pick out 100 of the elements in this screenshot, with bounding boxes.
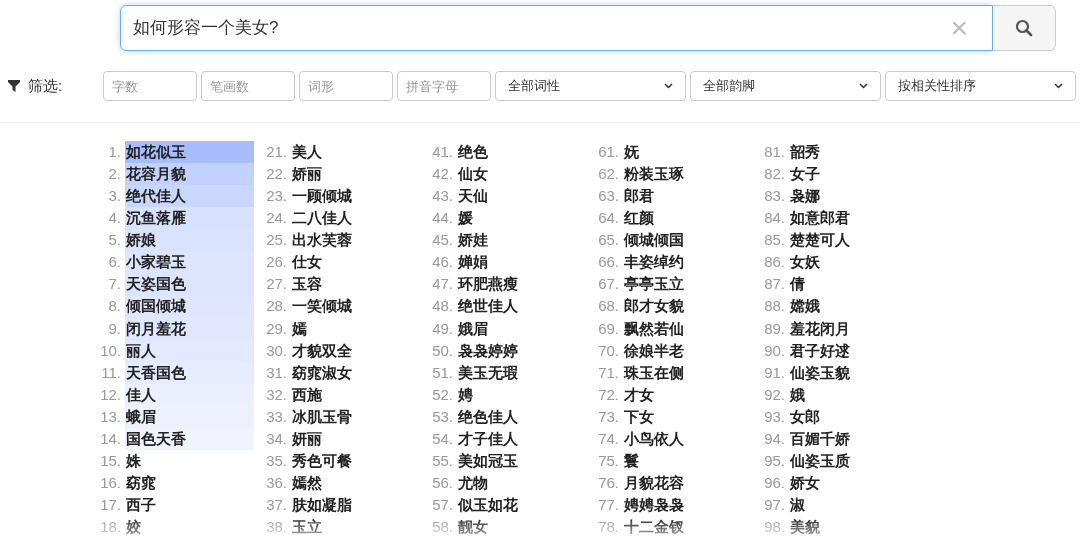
result-word[interactable]: 绝色 <box>457 141 586 164</box>
result-word[interactable]: 淑 <box>789 494 918 517</box>
result-word[interactable]: 女妖 <box>789 251 918 274</box>
filter-field[interactable]: 拼音字母 <box>397 71 491 101</box>
result-word[interactable]: 妩 <box>623 141 752 164</box>
result-word[interactable]: 楚楚可人 <box>789 229 918 252</box>
result-word[interactable]: 窈窕 <box>125 472 254 495</box>
result-word[interactable]: 飘然若仙 <box>623 317 752 340</box>
result-word[interactable]: 美玉无瑕 <box>457 361 586 385</box>
result-word[interactable]: 美人 <box>291 141 420 164</box>
result-word[interactable]: 娇娘 <box>125 229 254 252</box>
result-word[interactable]: 蛾眉 <box>125 406 254 429</box>
result-word[interactable]: 靓女 <box>457 516 586 539</box>
result-word[interactable]: 倩 <box>789 273 918 296</box>
result-word[interactable]: 花容月貌 <box>125 163 254 186</box>
result-word[interactable]: 姝 <box>125 450 254 473</box>
result-word[interactable]: 冰肌玉骨 <box>291 406 420 429</box>
filter-field[interactable]: 笔画数 <box>201 71 295 101</box>
result-word[interactable]: 袅娜 <box>789 185 918 208</box>
result-word[interactable]: 佳人 <box>125 384 254 407</box>
result-word[interactable]: 粉装玉琢 <box>623 163 752 186</box>
result-word[interactable]: 尤物 <box>457 472 586 495</box>
result-word[interactable]: 鬟 <box>623 450 752 473</box>
result-word[interactable]: 小家碧玉 <box>125 251 254 274</box>
result-word[interactable]: 娇娃 <box>457 229 586 252</box>
result-word[interactable]: 才貌双全 <box>291 339 420 362</box>
result-word[interactable]: 玉立 <box>291 516 420 539</box>
result-word[interactable]: 美如冠玉 <box>457 450 586 473</box>
result-word[interactable]: 仙姿玉质 <box>789 450 918 473</box>
result-word[interactable]: 君子好逑 <box>789 339 918 362</box>
result-word[interactable]: 婵娟 <box>457 251 586 274</box>
result-word[interactable]: 下女 <box>623 406 752 429</box>
result-word[interactable]: 亭亭玉立 <box>623 273 752 296</box>
result-word[interactable]: 仙姿玉貌 <box>789 361 918 385</box>
result-word[interactable]: 羞花闭月 <box>789 317 918 340</box>
result-word[interactable]: 徐娘半老 <box>623 339 752 362</box>
result-word[interactable]: 二八佳人 <box>291 207 420 230</box>
filter-field[interactable]: 词形 <box>299 71 393 101</box>
result-word[interactable]: 西子 <box>125 494 254 517</box>
result-word[interactable]: 出水芙蓉 <box>291 229 420 252</box>
result-word[interactable]: 天姿国色 <box>125 273 254 296</box>
filter-dropdown[interactable]: 全部词性 <box>495 71 686 101</box>
result-word[interactable]: 丽人 <box>125 339 254 362</box>
result-word[interactable]: 郎君 <box>623 185 752 208</box>
result-word[interactable]: 娉娉袅袅 <box>623 494 752 517</box>
result-word[interactable]: 绝色佳人 <box>457 406 586 429</box>
result-word[interactable]: 国色天香 <box>125 428 254 451</box>
result-word[interactable]: 韶秀 <box>789 141 918 164</box>
result-word[interactable]: 仙女 <box>457 163 586 186</box>
result-word[interactable]: 才女 <box>623 384 752 407</box>
result-word[interactable]: 美貌 <box>789 516 918 539</box>
result-word[interactable]: 天仙 <box>457 185 586 208</box>
filter-dropdown[interactable]: 全部韵脚 <box>690 71 881 101</box>
result-word[interactable]: 袅袅婷婷 <box>457 339 586 362</box>
result-word[interactable]: 百媚千娇 <box>789 428 918 451</box>
result-word[interactable]: 娉 <box>457 384 586 407</box>
result-word[interactable]: 姣 <box>125 516 254 539</box>
result-word[interactable]: 娇女 <box>789 472 918 495</box>
result-word[interactable]: 倾国倾城 <box>125 295 254 318</box>
result-word[interactable]: 小鸟依人 <box>623 428 752 451</box>
filter-field[interactable]: 字数 <box>103 71 197 101</box>
result-word[interactable]: 娇丽 <box>291 163 420 186</box>
rank-number: 13. <box>99 406 122 427</box>
result-word[interactable]: 才子佳人 <box>457 428 586 451</box>
result-word[interactable]: 丰姿绰约 <box>623 251 752 274</box>
result-word[interactable]: 秀色可餐 <box>291 450 420 473</box>
result-word[interactable]: 绝代佳人 <box>125 185 254 208</box>
result-word[interactable]: 倾城倾国 <box>623 229 752 252</box>
search-button[interactable] <box>993 5 1056 51</box>
result-word[interactable]: 娥 <box>789 384 918 407</box>
filter-dropdown[interactable]: 按相关性排序 <box>885 71 1076 101</box>
result-word[interactable]: 嫣然 <box>291 472 420 495</box>
result-word[interactable]: 十二金钗 <box>623 516 752 539</box>
result-word[interactable]: 西施 <box>291 384 420 407</box>
result-word[interactable]: 女郎 <box>789 406 918 429</box>
result-word[interactable]: 娥眉 <box>457 317 586 340</box>
result-word[interactable]: 似玉如花 <box>457 494 586 517</box>
result-word[interactable]: 肤如凝脂 <box>291 494 420 517</box>
result-word[interactable]: 嫦娥 <box>789 295 918 318</box>
result-word[interactable]: 玉容 <box>291 273 420 296</box>
result-word[interactable]: 嫣 <box>291 317 420 340</box>
result-word[interactable]: 闭月羞花 <box>125 317 254 340</box>
result-word[interactable]: 环肥燕瘦 <box>457 273 586 296</box>
result-word[interactable]: 绝世佳人 <box>457 295 586 318</box>
result-word[interactable]: 如意郎君 <box>789 207 918 230</box>
result-word[interactable]: 女子 <box>789 163 918 186</box>
result-word[interactable]: 媛 <box>457 207 586 230</box>
result-word[interactable]: 红颜 <box>623 207 752 230</box>
result-word[interactable]: 天香国色 <box>125 361 254 385</box>
result-word[interactable]: 郎才女貌 <box>623 295 752 318</box>
result-word[interactable]: 沉鱼落雁 <box>125 207 254 230</box>
result-word[interactable]: 仕女 <box>291 251 420 274</box>
result-word[interactable]: 窈窕淑女 <box>291 361 420 385</box>
result-word[interactable]: 一笑倾城 <box>291 295 420 318</box>
search-field[interactable]: 如何形容一个美女? × <box>120 5 993 51</box>
result-word[interactable]: 珠玉在侧 <box>623 361 752 385</box>
result-word[interactable]: 如花似玉 <box>125 141 254 164</box>
result-word[interactable]: 一顾倾城 <box>291 185 420 208</box>
result-word[interactable]: 月貌花容 <box>623 472 752 495</box>
result-word[interactable]: 妍丽 <box>291 428 420 451</box>
